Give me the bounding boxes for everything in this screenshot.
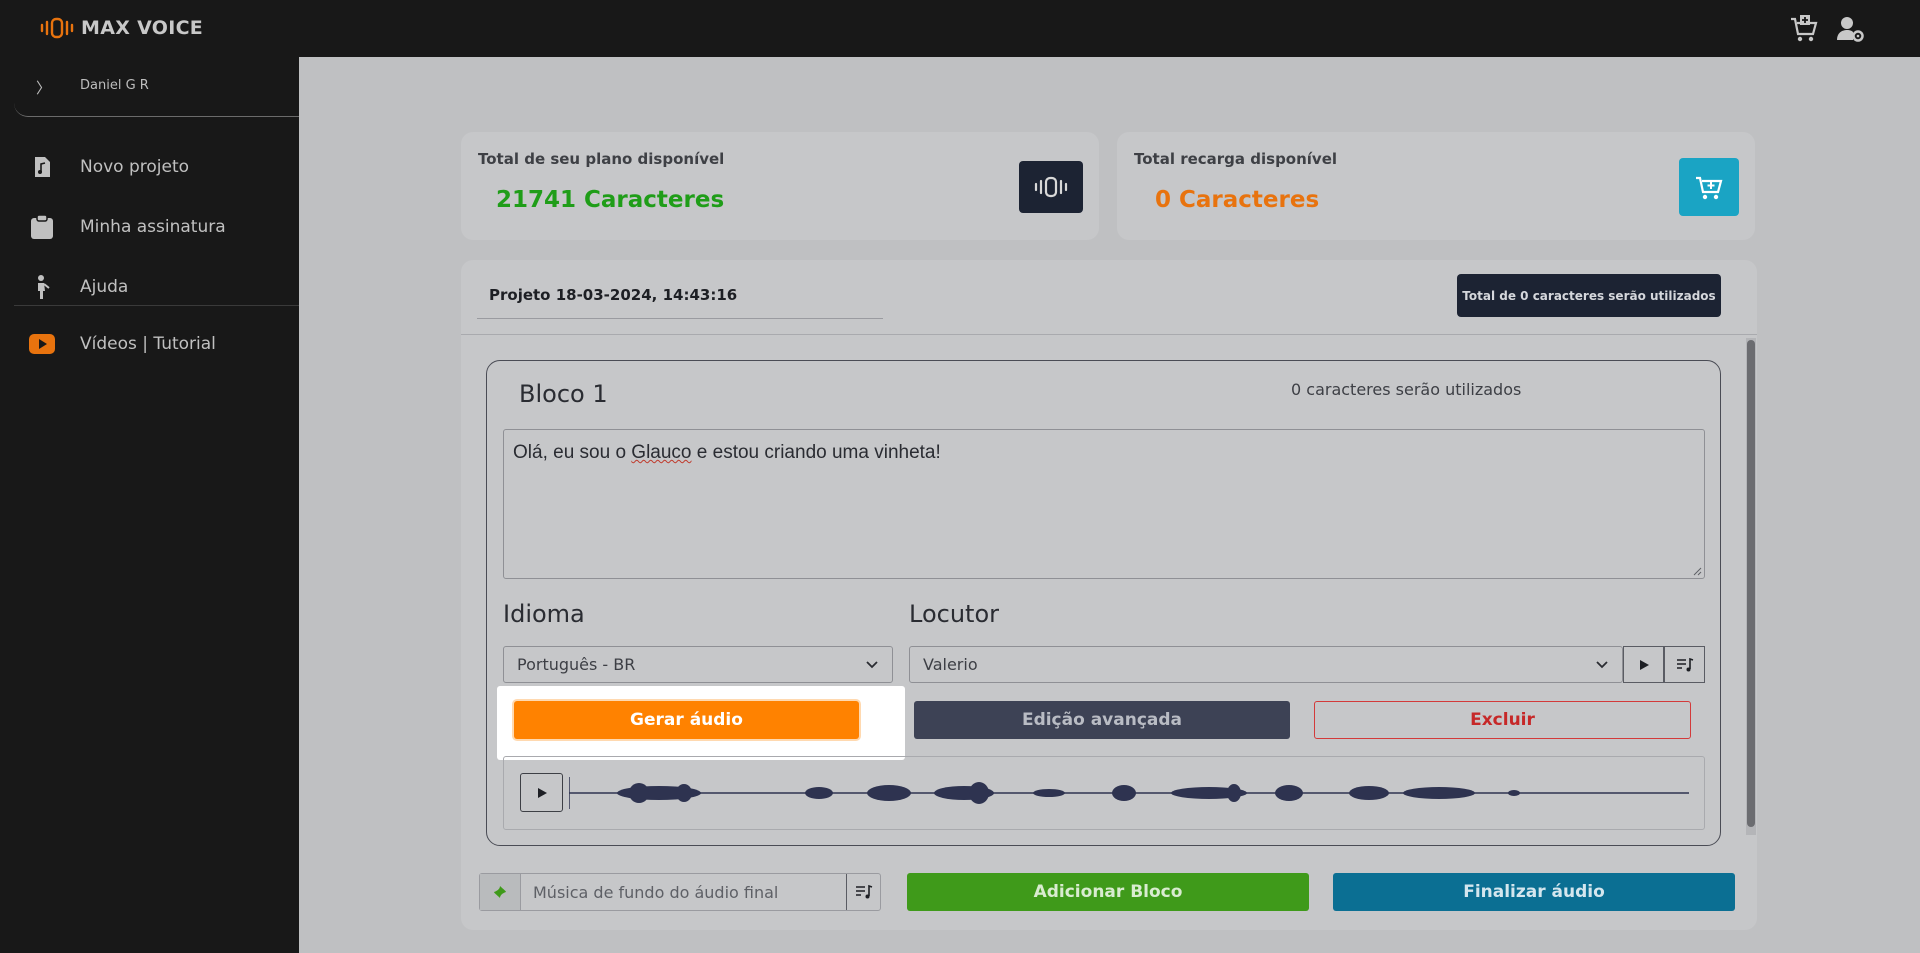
sidebar-item-ajuda[interactable]: Ajuda [0,267,299,307]
music-file-icon [29,154,55,180]
music-list-icon [855,884,872,899]
resize-handle-icon[interactable] [1692,566,1702,576]
user-name: Daniel G R [80,78,149,93]
language-label: Idioma [503,600,585,628]
delete-block-button[interactable]: Excluir [1314,701,1691,739]
cart-add-icon [1696,176,1723,200]
background-music-button[interactable] [846,874,880,910]
project-title[interactable]: Projeto 18-03-2024, 14:43:16 [489,286,737,304]
text-block: Bloco 1 0 caracteres serão utilizados Ol… [486,360,1721,846]
block-characters-used: 0 caracteres serão utilizados [1291,380,1522,399]
text-part: Olá, eu sou o [513,442,632,463]
audio-player [503,756,1705,830]
leaf-icon[interactable] [480,874,521,910]
sidebar: 〉 Daniel G R Novo projeto Minha assinatu… [0,57,299,953]
music-list-icon [1676,657,1693,671]
advanced-edit-button[interactable]: Edição avançada [914,701,1290,739]
logo[interactable]: MAX VOICE [40,16,203,40]
play-icon [1639,659,1649,670]
cart-add-icon[interactable] [1789,14,1819,44]
background-music-field[interactable]: Música de fundo do áudio final [479,873,881,911]
sidebar-divider [14,305,299,306]
generate-audio-button[interactable]: Gerar áudio [514,701,859,739]
block-text-area[interactable]: Olá, eu sou o Glauco e estou criando uma… [503,429,1705,579]
language-select-value: Português - BR [517,655,636,674]
recharge-balance-value: 0 Caracteres [1155,187,1320,213]
app-name: MAX VOICE [81,17,204,39]
block-title: Bloco 1 [519,380,608,408]
project-footer: Música de fundo do áudio final Adicionar… [461,860,1757,936]
sidebar-item-label: Vídeos | Tutorial [80,334,216,354]
chevron-right-icon[interactable]: 〉 [36,77,51,98]
language-select[interactable]: Português - BR [503,646,893,683]
sidebar-item-label: Novo projeto [80,157,190,177]
recharge-balance-title: Total recarga disponível [1134,150,1338,168]
speaker-music-button[interactable] [1664,646,1705,683]
add-block-button[interactable]: Adicionar Bloco [907,873,1309,911]
sidebar-item-label: Ajuda [80,277,129,297]
top-bar: MAX VOICE [0,0,1920,57]
sidebar-item-label: Minha assinatura [80,217,226,237]
plan-balance-title: Total de seu plano disponível [478,150,725,168]
background-music-placeholder: Música de fundo do áudio final [533,883,779,902]
soundwave-logo-icon [40,17,74,39]
sidebar-item-novo-projeto[interactable]: Novo projeto [0,147,299,187]
person-help-icon [29,274,55,300]
chevron-down-icon [866,661,878,669]
user-menu[interactable]: 〉 Daniel G R [14,57,299,117]
user-settings-icon[interactable] [1835,14,1865,44]
youtube-icon [29,331,55,357]
finish-audio-button[interactable]: Finalizar áudio [1333,873,1735,911]
audio-waveform[interactable] [569,773,1689,813]
chevron-down-icon [1596,661,1608,669]
clipboard-icon [29,214,55,240]
plan-balance-card: Total de seu plano disponível 21741 Cara… [461,132,1099,240]
project-card: Projeto 18-03-2024, 14:43:16 Total de 0 … [461,260,1757,930]
buy-recharge-button[interactable] [1679,158,1739,216]
speaker-select[interactable]: Valerio [909,646,1623,683]
recharge-balance-card: Total recarga disponível 0 Caracteres [1117,132,1755,240]
total-characters-badge: Total de 0 caracteres serão utilizados [1457,274,1721,317]
project-title-underline [477,318,883,319]
plan-balance-value: 21741 Caracteres [496,187,725,213]
waveform-play-button[interactable] [520,773,563,812]
plan-icon-button[interactable] [1019,161,1083,213]
scrollbar-thumb[interactable] [1747,340,1755,827]
sidebar-item-videos-tutorial[interactable]: Vídeos | Tutorial [0,324,299,364]
speaker-label: Locutor [909,600,999,628]
play-icon [537,787,547,798]
speaker-select-value: Valerio [923,655,978,674]
misspelled-word: Glauco [631,442,692,463]
text-part: e estou criando uma vinheta! [691,442,941,463]
scrollbar[interactable] [1746,338,1756,835]
header-divider [461,334,1757,335]
sidebar-item-minha-assinatura[interactable]: Minha assinatura [0,207,299,247]
preview-speaker-button[interactable] [1623,646,1664,683]
soundwave-icon [1034,176,1068,198]
